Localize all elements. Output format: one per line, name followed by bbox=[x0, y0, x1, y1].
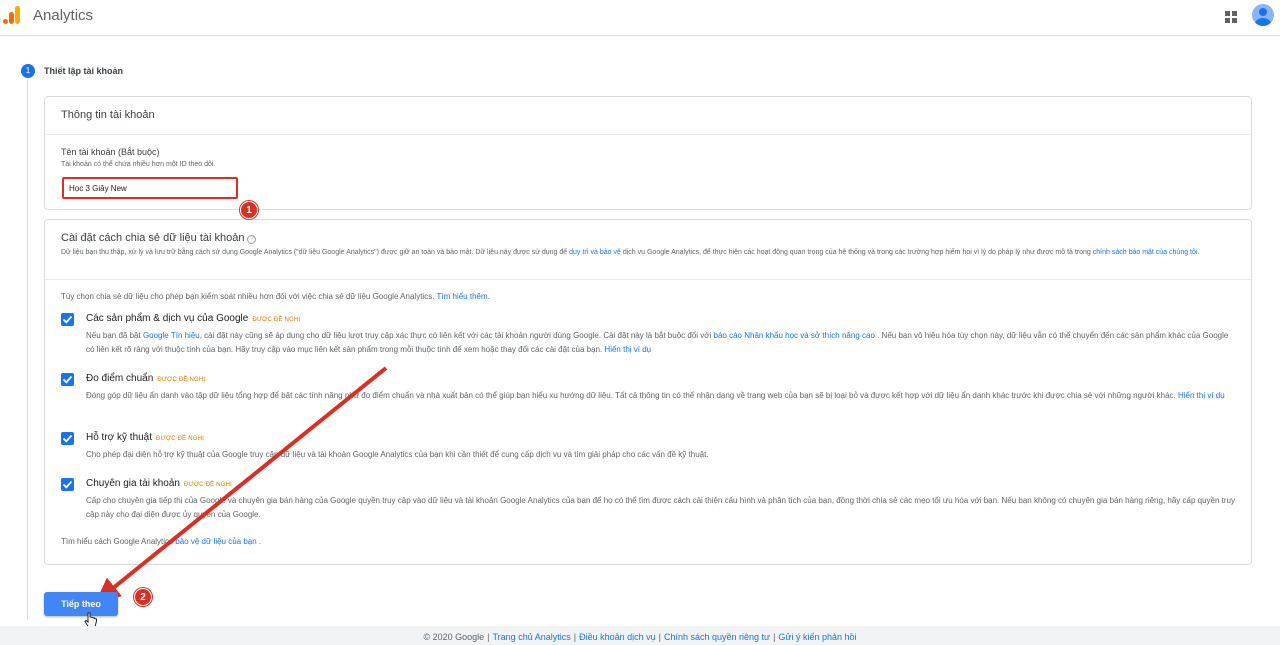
show-example-link[interactable]: Hiển thị ví dụ bbox=[1178, 391, 1225, 400]
intro-text: . bbox=[487, 292, 490, 301]
checkbox-checked-icon[interactable] bbox=[61, 432, 74, 445]
checkbox-checked-icon[interactable] bbox=[61, 313, 74, 326]
learn-text: Tìm hiểu cách Google Analytics bbox=[61, 537, 176, 546]
recommended-badge: ĐƯỢC ĐỀ NGHỊ bbox=[157, 377, 206, 383]
footer-copyright: © 2020 Google bbox=[423, 632, 485, 642]
footer-privacy-link[interactable]: Chính sách quyền riêng tư bbox=[664, 632, 770, 642]
annotation-badge-2: 2 bbox=[134, 588, 152, 606]
avatar[interactable] bbox=[1252, 4, 1274, 26]
data-sharing-header: Cài đặt cách chia sẻ dữ liệu tài khoản? … bbox=[45, 220, 1251, 280]
account-info-card: Thông tin tài khoản Tên tài khoản (Bắt b… bbox=[44, 96, 1252, 210]
account-name-hint: Tài khoản có thể chứa nhiều hơn một ID t… bbox=[61, 161, 216, 168]
recommended-badge: ĐƯỢC ĐỀ NGHỊ bbox=[156, 436, 205, 442]
intro-text: Tùy chọn chia sẻ dữ liệu cho phép bạn ki… bbox=[61, 292, 437, 301]
account-name-label: Tên tài khoản (Bắt buộc) bbox=[61, 147, 160, 157]
help-icon[interactable]: ? bbox=[247, 235, 257, 244]
top-bar: Analytics bbox=[0, 0, 1280, 36]
desc-text: dịch vụ Google Analytics, để thực hiện c… bbox=[620, 249, 1093, 256]
next-button[interactable]: Tiếp theo bbox=[44, 592, 118, 616]
stepper-line bbox=[27, 80, 28, 620]
footer-terms-link[interactable]: Điều khoản dịch vụ bbox=[579, 632, 656, 642]
desc-text: Dữ liệu bạn thu thập, xử lý và lưu trữ b… bbox=[61, 249, 570, 256]
recommended-badge: ĐƯỢC ĐỀ NGHỊ bbox=[252, 317, 301, 323]
desc-text: Cho phép đại diện hỗ trợ kỹ thuật của Go… bbox=[86, 450, 709, 459]
learn-more-link[interactable]: Tìm hiểu thêm bbox=[437, 292, 488, 301]
option-description: Cấp cho chuyên gia tiếp thị của Google v… bbox=[86, 494, 1236, 522]
maintain-protect-link[interactable]: duy trì và bảo vệ bbox=[569, 249, 621, 256]
checkbox-checked-icon[interactable] bbox=[61, 373, 74, 386]
desc-text: Cấp cho chuyên gia tiếp thị của Google v… bbox=[86, 496, 1235, 519]
option-title: Đo điểm chuẩn ĐƯỢC ĐỀ NGHỊ bbox=[86, 373, 205, 384]
learn-text: . bbox=[256, 537, 262, 546]
data-sharing-title: Cài đặt cách chia sẻ dữ liệu tài khoản bbox=[61, 232, 245, 244]
option-title-text: Các sản phẩm & dịch vụ của Google bbox=[86, 313, 249, 324]
option-title: Hỗ trợ kỹ thuật ĐƯỢC ĐỀ NGHỊ bbox=[86, 432, 204, 443]
annotation-badge-1: 1 bbox=[240, 201, 258, 219]
data-sharing-title-row: Cài đặt cách chia sẻ dữ liệu tài khoản? bbox=[61, 232, 1235, 244]
protect-data-link[interactable]: bảo vệ dữ liệu của bạn bbox=[175, 537, 256, 546]
footer-analytics-home-link[interactable]: Trang chủ Analytics bbox=[493, 632, 571, 642]
footer-separator: | bbox=[573, 632, 577, 642]
option-title-text: Đo điểm chuẩn bbox=[86, 373, 154, 384]
privacy-policy-link[interactable]: chính sách bảo mật của chúng tôi bbox=[1093, 249, 1198, 256]
option-title: Chuyên gia tài khoản ĐƯỢC ĐỀ NGHỊ bbox=[86, 478, 232, 489]
footer: © 2020 Google | Trang chủ Analytics | Điều k… bbox=[0, 626, 1280, 645]
step-title: Thiết lập tài khoản bbox=[44, 66, 124, 76]
account-name-input[interactable] bbox=[62, 177, 238, 199]
sharing-intro: Tùy chọn chia sẻ dữ liệu cho phép bạn ki… bbox=[61, 292, 490, 301]
desc-text: Nếu bạn đã bật bbox=[86, 331, 143, 340]
option-title-text: Hỗ trợ kỹ thuật bbox=[86, 432, 153, 443]
option-description: Nếu bạn đã bật Google Tín hiệu, cài đặt … bbox=[86, 329, 1236, 357]
option-description: Đóng góp dữ liệu ẩn danh vào tập dữ liệu… bbox=[86, 389, 1236, 403]
desc-text: , cài đặt này cũng sẽ áp dụng cho dữ liệ… bbox=[199, 331, 714, 340]
desc-text: . bbox=[1197, 249, 1200, 256]
show-example-link[interactable]: Hiển thị ví dụ bbox=[604, 345, 651, 354]
checkbox-checked-icon[interactable] bbox=[61, 478, 74, 491]
step-number: 1 bbox=[21, 64, 35, 78]
footer-feedback-link[interactable]: Gửi ý kiến phản hồi bbox=[778, 632, 856, 642]
learn-protection: Tìm hiểu cách Google Analytics bảo vệ dữ… bbox=[61, 537, 261, 546]
footer-separator: | bbox=[658, 632, 661, 642]
demographics-report-link[interactable]: báo cáo Nhân khẩu học và sở thích nâng c… bbox=[714, 331, 875, 340]
recommended-badge: ĐƯỢC ĐỀ NGHỊ bbox=[183, 482, 232, 488]
data-sharing-card: Cài đặt cách chia sẻ dữ liệu tài khoản? … bbox=[44, 219, 1252, 565]
data-sharing-description: Dữ liệu bạn thu thập, xử lý và lưu trữ b… bbox=[61, 247, 1251, 258]
footer-separator: | bbox=[487, 632, 490, 642]
google-signals-link[interactable]: Google Tín hiệu bbox=[143, 331, 200, 340]
desc-text: Đóng góp dữ liệu ẩn danh vào tập dữ liệu… bbox=[86, 391, 1178, 400]
option-title-text: Chuyên gia tài khoản bbox=[86, 478, 180, 489]
apps-grid-icon[interactable] bbox=[1224, 10, 1238, 24]
footer-separator: | bbox=[773, 632, 776, 642]
option-description: Cho phép đại diện hỗ trợ kỹ thuật của Go… bbox=[86, 448, 1236, 462]
account-info-header: Thông tin tài khoản bbox=[45, 97, 1251, 135]
option-title: Các sản phẩm & dịch vụ của Google ĐƯỢC ĐỀ… bbox=[86, 313, 300, 324]
analytics-logo-icon[interactable] bbox=[2, 5, 22, 25]
app-title: Analytics bbox=[33, 7, 94, 24]
